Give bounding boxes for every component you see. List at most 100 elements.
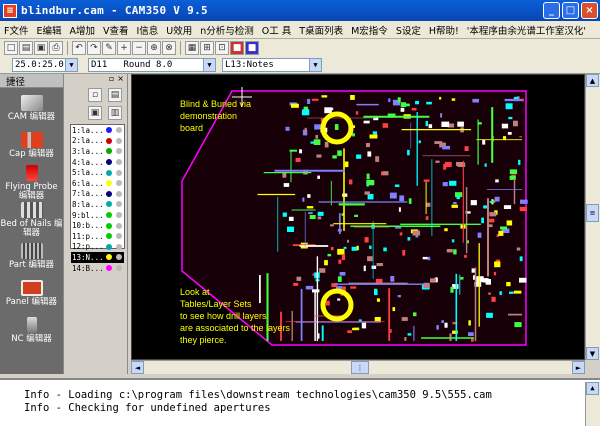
layer-color-swatch[interactable] <box>106 254 112 261</box>
layer-visibility-toggle[interactable] <box>116 222 122 229</box>
layer-visibility-toggle[interactable] <box>116 212 122 219</box>
menu-view[interactable]: V查看 <box>99 23 133 37</box>
layer-visibility-toggle[interactable] <box>116 233 122 240</box>
layer-visibility-toggle[interactable] <box>116 159 122 166</box>
horizontal-scrollbar[interactable]: ◄ ⋮ ► <box>131 360 585 374</box>
layer-color-swatch[interactable] <box>106 201 112 208</box>
layer-row[interactable]: 12:p... <box>71 242 124 253</box>
close-icon[interactable]: × <box>117 74 124 84</box>
zoom-in-icon[interactable]: + <box>117 41 131 55</box>
zoom-window-icon[interactable]: ⊕ <box>147 41 161 55</box>
zoom-all-icon[interactable]: ⊗ <box>162 41 176 55</box>
app-icon[interactable]: ≡ <box>3 3 17 18</box>
menu-analysis[interactable]: n分析与检测 <box>196 23 258 37</box>
layer-row[interactable]: 1:la... <box>71 125 124 136</box>
print-icon[interactable]: ⎙ <box>49 41 63 55</box>
layer-color-swatch[interactable] <box>106 180 112 187</box>
layer-select[interactable]: L13:Notes ▼ <box>222 58 322 72</box>
palette-icon[interactable]: ■ <box>245 41 259 55</box>
layer-visibility-toggle[interactable] <box>116 190 122 197</box>
redo-icon[interactable]: ↷ <box>87 41 101 55</box>
tool-flying-probe[interactable]: Flying Probe 编辑器 <box>0 164 63 201</box>
layer-color-swatch[interactable] <box>106 233 112 240</box>
layer-row[interactable]: 9:bl... <box>71 210 124 221</box>
tool-part-editor[interactable]: Part 编辑器 <box>0 238 63 275</box>
layer-row[interactable]: 14:B... <box>71 263 124 274</box>
chevron-down-icon[interactable]: ▼ <box>203 59 215 71</box>
layer-delete-icon[interactable]: ▥ <box>108 106 122 120</box>
layer-color-swatch[interactable] <box>106 265 112 272</box>
layer-copy-icon[interactable]: ▤ <box>108 88 122 102</box>
layer-color-swatch[interactable] <box>106 159 112 166</box>
tool-bed-of-nails[interactable]: Bed of Nails 编辑器 <box>0 201 63 238</box>
new-file-icon[interactable]: □ <box>4 41 18 55</box>
layer-color-swatch[interactable] <box>106 212 112 219</box>
layer-row[interactable]: 3:la... <box>71 146 124 157</box>
layer-visibility-toggle[interactable] <box>116 180 122 187</box>
pcb-canvas[interactable]: Blind & Buried via demonstration board L… <box>131 74 585 360</box>
minimize-button[interactable]: _ <box>543 2 560 19</box>
layer-add-icon[interactable]: ▫ <box>88 88 102 102</box>
chevron-down-icon[interactable]: ▼ <box>309 59 321 71</box>
menu-utilities[interactable]: U效用 <box>162 23 196 37</box>
layer-visibility-toggle[interactable] <box>116 169 122 176</box>
layer-color-swatch[interactable] <box>106 222 112 229</box>
layer-row[interactable]: 5:la... <box>71 167 124 178</box>
tool-nc-editor[interactable]: NC 编辑器 <box>0 312 63 349</box>
layer-row[interactable]: 6:la... <box>71 178 124 189</box>
layer-row-selected[interactable]: 13:N... <box>71 252 124 263</box>
edit-icon[interactable]: ✎ <box>102 41 116 55</box>
chevron-down-icon[interactable]: ▼ <box>65 59 77 71</box>
menu-help[interactable]: H帮助! <box>425 23 463 37</box>
menu-macro[interactable]: M宏指令 <box>347 23 392 37</box>
zoom-out-icon[interactable]: − <box>132 41 146 55</box>
grid-icon[interactable]: ⊞ <box>200 41 214 55</box>
open-file-icon[interactable]: ▤ <box>19 41 33 55</box>
menu-tables[interactable]: T桌面列表 <box>295 23 347 37</box>
console-scrollbar[interactable]: ▲ <box>585 382 600 426</box>
vertical-scrollbar[interactable]: ▲ ≡ ▼ <box>585 74 600 360</box>
close-button[interactable]: × <box>581 2 598 19</box>
layer-settings-icon[interactable]: ▣ <box>88 106 102 120</box>
menu-edit[interactable]: E编辑 <box>32 23 65 37</box>
layer-visibility-toggle[interactable] <box>116 243 122 250</box>
layer-visibility-toggle[interactable] <box>116 254 122 261</box>
scroll-left-icon[interactable]: ◄ <box>131 361 144 374</box>
layer-row[interactable]: 11:p... <box>71 231 124 242</box>
color-icon[interactable]: ■ <box>230 41 244 55</box>
menu-info[interactable]: I信息 <box>132 23 162 37</box>
layer-row[interactable]: 8:la... <box>71 199 124 210</box>
layer-row[interactable]: 2:la... <box>71 136 124 147</box>
layer-visibility-toggle[interactable] <box>116 265 122 272</box>
maximize-button[interactable]: □ <box>562 2 579 19</box>
layer-color-swatch[interactable] <box>106 190 112 197</box>
menu-tools[interactable]: O工 具 <box>258 23 296 37</box>
pin-icon[interactable]: ▫ <box>109 74 114 84</box>
menu-add[interactable]: A增加 <box>65 23 99 37</box>
layer-visibility-toggle[interactable] <box>116 127 122 134</box>
scroll-thumb[interactable]: ⋮ <box>351 361 369 374</box>
scroll-up-icon[interactable]: ▲ <box>586 74 599 87</box>
layer-visibility-toggle[interactable] <box>116 148 122 155</box>
grid-select[interactable]: 25.0:25.0 ▼ <box>12 58 78 72</box>
layer-icon[interactable]: ▦ <box>185 41 199 55</box>
layer-color-swatch[interactable] <box>106 243 112 250</box>
layer-row[interactable]: 4:la... <box>71 157 124 168</box>
undo-icon[interactable]: ↶ <box>72 41 86 55</box>
scroll-down-icon[interactable]: ▼ <box>586 347 599 360</box>
scroll-thumb[interactable]: ≡ <box>586 204 599 222</box>
tool-cam-editor[interactable]: CAM 编辑器 <box>0 90 63 127</box>
layer-color-swatch[interactable] <box>106 127 112 134</box>
scroll-right-icon[interactable]: ► <box>572 361 585 374</box>
menu-file[interactable]: F文件 <box>0 23 32 37</box>
menu-settings[interactable]: S设定 <box>392 23 425 37</box>
save-icon[interactable]: ▣ <box>34 41 48 55</box>
tool-panel-editor[interactable]: Panel 编辑器 <box>0 275 63 312</box>
layer-visibility-toggle[interactable] <box>116 201 122 208</box>
tool-cap-editor[interactable]: Cap 编辑器 <box>0 127 63 164</box>
scroll-up-icon[interactable]: ▲ <box>586 382 599 395</box>
layer-color-swatch[interactable] <box>106 169 112 176</box>
layer-visibility-toggle[interactable] <box>116 137 122 144</box>
layer-row[interactable]: 7:la... <box>71 189 124 200</box>
layer-color-swatch[interactable] <box>106 137 112 144</box>
